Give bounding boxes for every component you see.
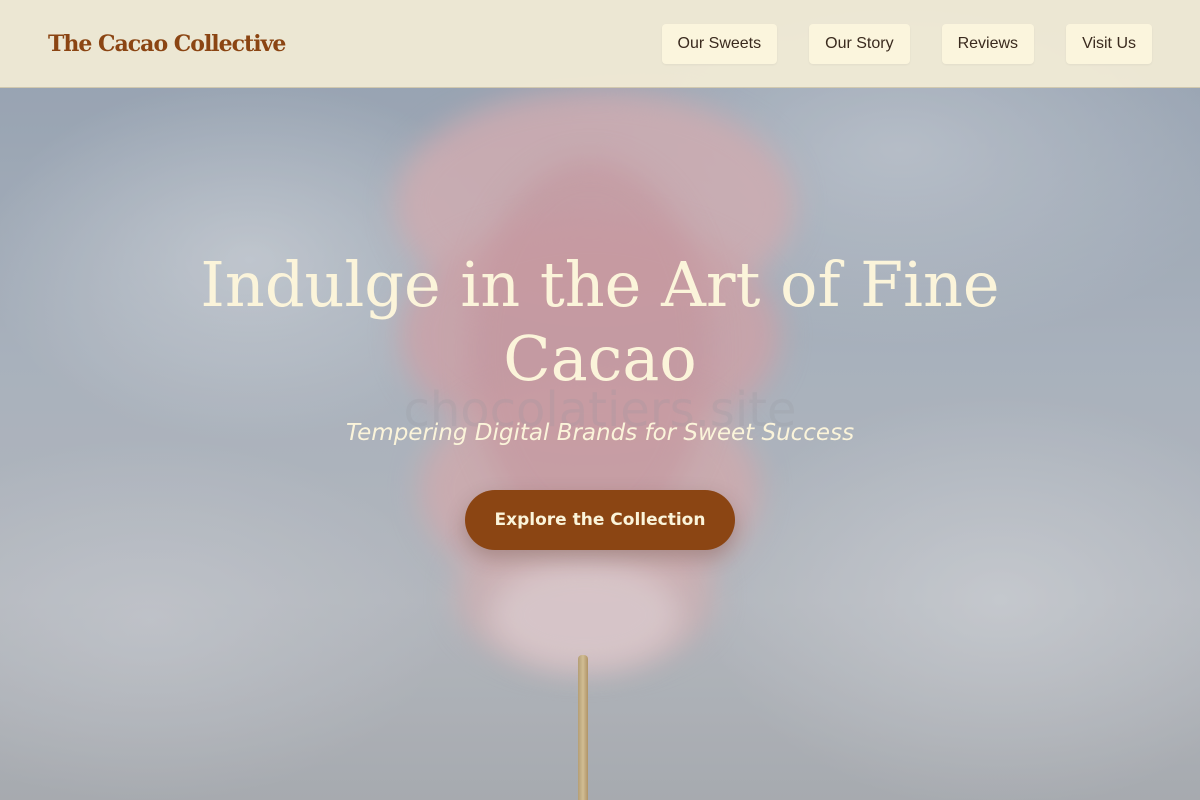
hero-tagline: Tempering Digital Brands for Sweet Succe…	[345, 420, 855, 446]
hero-section: chocolatiers.site Indulge in the Art of …	[0, 0, 1200, 800]
explore-collection-button[interactable]: Explore the Collection	[465, 490, 735, 550]
hero-headline: Indulge in the Art of Fine Cacao	[200, 248, 1000, 395]
